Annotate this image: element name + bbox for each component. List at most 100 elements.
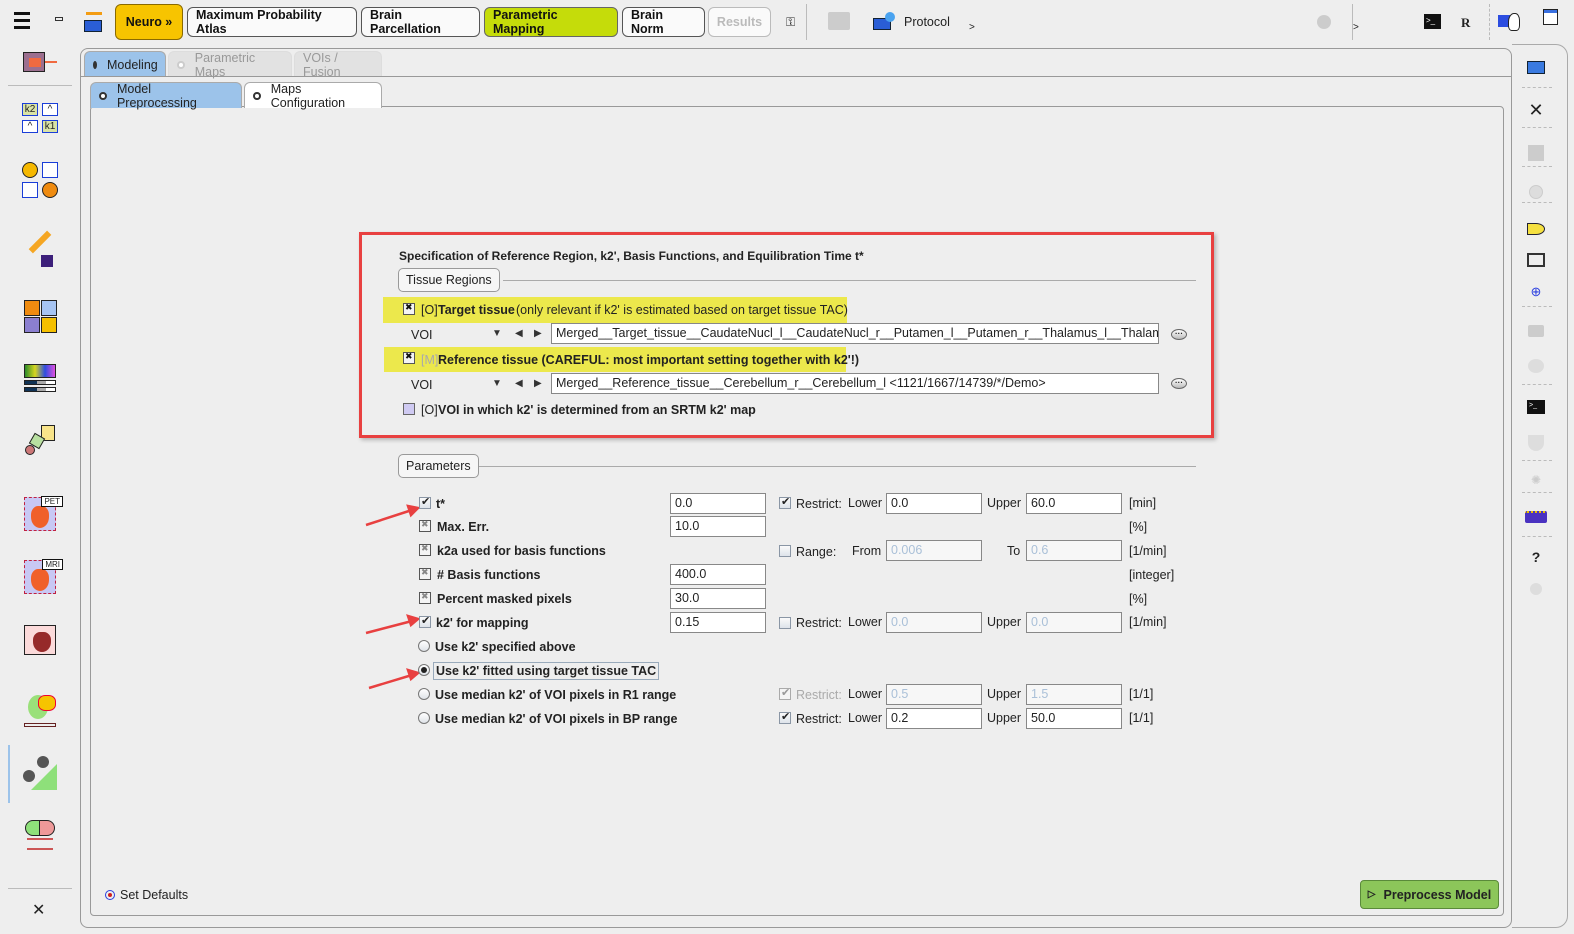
tab-dot-icon — [253, 91, 261, 100]
option-k2-specified-radio[interactable] — [418, 640, 430, 652]
median-bp-upper-field[interactable]: 50.0 — [1026, 708, 1122, 729]
right-panel-border — [1512, 44, 1568, 928]
parametric-mapping-button[interactable]: Parametric Mapping — [484, 7, 618, 37]
target-voi-prev-icon[interactable]: ◀ — [515, 328, 523, 339]
hamburger-menu-icon[interactable] — [14, 12, 30, 30]
k2-mapping-checkbox[interactable] — [419, 614, 431, 628]
reference-voi-field[interactable]: Merged__Reference_tissue__Cerebellum_r__… — [551, 373, 1159, 394]
median-r1-lower-field[interactable]: 0.5 — [886, 684, 982, 705]
k2-mapping-upper-field[interactable]: 0.0 — [1026, 612, 1122, 633]
tab-model-preprocessing[interactable]: Model Preprocessing — [90, 81, 242, 110]
play-icon: ▷ — [1367, 889, 1376, 900]
close-icon[interactable]: ✕ — [32, 900, 45, 920]
brain-parcellation-button[interactable]: Brain Parcellation — [361, 7, 480, 37]
maximum-probability-atlas-button[interactable]: Maximum Probability Atlas — [187, 7, 357, 37]
t-star-lower-field[interactable]: 0.0 — [886, 493, 982, 514]
reference-voi-prev-icon[interactable]: ◀ — [515, 378, 523, 389]
tab-label: Modeling — [107, 57, 158, 72]
pixel-wise-modeling-icon[interactable] — [20, 230, 60, 272]
brain-slices-icon[interactable] — [20, 815, 60, 855]
tab-modeling[interactable]: Modeling — [84, 51, 166, 77]
k2a-checkbox[interactable] — [419, 543, 431, 556]
r-console-button[interactable]: R — [1461, 15, 1470, 31]
k2-mapping-lower-field[interactable]: 0.0 — [886, 612, 982, 633]
option-median-r1-label[interactable]: Use median k2' of VOI pixels in R1 range — [435, 688, 676, 702]
pet-cardiac-icon[interactable]: PET — [20, 494, 63, 534]
protocol-more-arrow[interactable]: > — [969, 22, 975, 33]
srtm-voi-label: VOI in which k2' is determined from an S… — [438, 403, 756, 417]
target-voi-field[interactable]: Merged__Target_tissue__CaudateNucl_l__Ca… — [551, 323, 1159, 344]
3d-blocks-icon[interactable] — [20, 420, 60, 460]
k2-mapping-restrict-checkbox[interactable] — [779, 617, 791, 629]
mri-cardiac-icon[interactable]: MRI — [20, 557, 63, 597]
basis-functions-value-field[interactable]: 400.0 — [670, 564, 766, 585]
t-star-restrict-checkbox[interactable] — [779, 495, 791, 509]
reference-voi-next-icon[interactable]: ▶ — [534, 378, 542, 389]
set-defaults-button[interactable]: Set Defaults — [105, 888, 188, 902]
option-k2-fitted-radio[interactable] — [418, 664, 430, 676]
t-star-value-field[interactable]: 0.0 — [670, 493, 766, 514]
percent-masked-value-field[interactable]: 30.0 — [670, 588, 766, 609]
t-star-label: t* — [436, 497, 446, 511]
target-voi-dropdown-icon[interactable]: ▼ — [492, 328, 502, 339]
settings-head-icon[interactable] — [1498, 11, 1522, 33]
k2a-unit: [1/min] — [1129, 544, 1167, 558]
database-icon[interactable] — [20, 42, 60, 82]
tab-vois-fusion[interactable]: VOIs / Fusion — [294, 51, 382, 79]
window-list-icon[interactable] — [1543, 9, 1558, 25]
terminal-icon[interactable]: >_ — [1424, 14, 1441, 29]
toolbar-divider — [806, 4, 807, 40]
k2a-from-field[interactable]: 0.006 — [886, 540, 982, 561]
option-k2-fitted-label[interactable]: Use k2' fitted using target tissue TAC — [433, 662, 660, 680]
target-tissue-checkbox[interactable] — [403, 302, 415, 315]
tab-dot-icon — [177, 60, 185, 69]
tree-gradient-icon[interactable] — [20, 752, 60, 792]
reference-tissue-checkbox[interactable] — [403, 351, 415, 364]
srtm-voi-checkbox[interactable] — [403, 403, 415, 415]
median-r1-upper-field[interactable]: 1.5 — [1026, 684, 1122, 705]
image-bars-icon[interactable] — [20, 358, 60, 398]
key-icon[interactable]: ⚿ — [786, 15, 795, 30]
preprocess-model-button[interactable]: ▷ Preprocess Model — [1360, 880, 1499, 909]
results-button[interactable]: Results — [708, 7, 771, 37]
k2a-to-field[interactable]: 0.6 — [1026, 540, 1122, 561]
tab-parametric-maps[interactable]: Parametric Maps — [168, 51, 292, 79]
cardiac-perfusion-icon[interactable] — [20, 620, 60, 660]
median-bp-lower-field[interactable]: 0.2 — [886, 708, 982, 729]
target-tissue-label: Target tissue — [438, 303, 515, 317]
protocol-label[interactable]: Protocol — [904, 15, 950, 29]
option-median-r1-radio[interactable] — [418, 688, 430, 700]
t-star-upper-field[interactable]: 60.0 — [1026, 493, 1122, 514]
reference-voi-more-icon[interactable]: ··· — [1171, 378, 1187, 389]
median-r1-restrict-checkbox[interactable] — [779, 686, 791, 700]
target-voi-more-icon[interactable]: ··· — [1171, 329, 1187, 340]
option-k2-specified-label[interactable]: Use k2' specified above — [435, 640, 576, 654]
t-star-checkbox[interactable] — [419, 495, 431, 509]
percent-masked-checkbox[interactable] — [419, 591, 431, 604]
reference-voi-dropdown-icon[interactable]: ▼ — [492, 378, 502, 389]
max-err-checkbox[interactable] — [419, 519, 431, 532]
option-median-bp-radio[interactable] — [418, 712, 430, 724]
k2a-range-checkbox[interactable] — [779, 545, 791, 557]
neuro-brain-icon[interactable] — [20, 690, 60, 730]
minimize-icon[interactable] — [55, 17, 63, 21]
neuro-button[interactable]: Neuro » — [115, 4, 183, 40]
k2a-range-label: Range: — [796, 545, 837, 559]
puzzle-icon[interactable] — [20, 296, 60, 336]
brain-norm-button[interactable]: Brain Norm — [622, 7, 705, 37]
k2-mapping-value-field[interactable]: 0.15 — [670, 612, 766, 633]
tab-maps-configuration[interactable]: Maps Configuration — [244, 82, 382, 110]
tab-label: Model Preprocessing — [116, 81, 197, 110]
option-median-bp-label[interactable]: Use median k2' of VOI pixels in BP range — [435, 712, 677, 726]
two-tissue-model-icon[interactable] — [20, 160, 60, 200]
t-star-unit: [min] — [1129, 496, 1157, 510]
target-voi-next-icon[interactable]: ▶ — [534, 328, 542, 339]
median-bp-restrict-checkbox[interactable] — [779, 710, 791, 724]
median-bp-restrict-label: Restrict: — [796, 712, 842, 726]
open-folder-icon[interactable] — [82, 10, 106, 34]
k2k1-compartment-icon[interactable]: k2 ^ ^ k1 — [20, 98, 60, 138]
more-arrow[interactable]: > — [1353, 22, 1359, 33]
protocol-folder-icon[interactable] — [873, 12, 895, 30]
max-err-value-field[interactable]: 10.0 — [670, 516, 766, 537]
basis-functions-checkbox[interactable] — [419, 567, 431, 580]
